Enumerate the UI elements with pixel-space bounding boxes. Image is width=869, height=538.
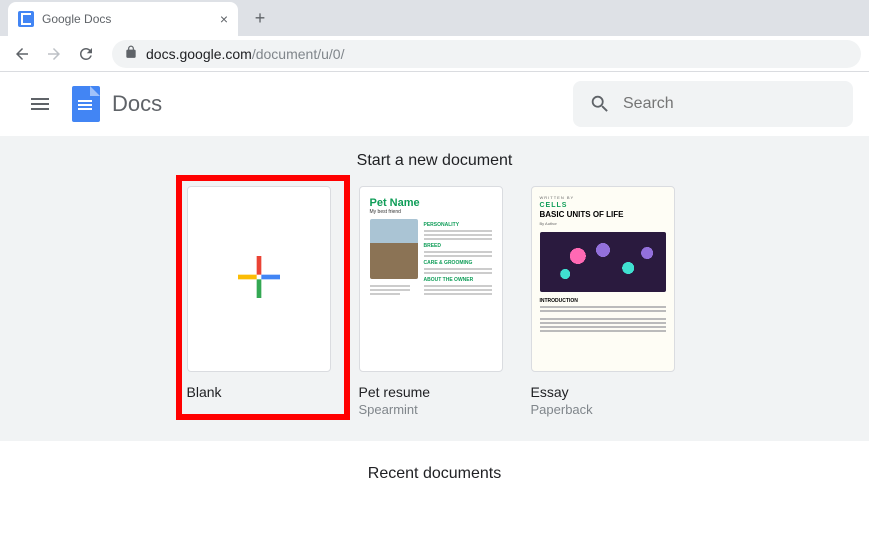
essay-preview-category: CELLS [540,202,568,209]
browser-tab-strip: Google Docs × + [0,0,869,36]
template-name: Essay [531,384,683,400]
browser-tab[interactable]: Google Docs × [8,2,238,36]
lock-icon [124,45,138,62]
template-name: Blank [187,384,339,400]
template-row: Blank Pet Name My best friend PERSONALIT… [0,186,869,417]
essay-preview-intro: INTRODUCTION [540,298,578,304]
template-subtitle: Paperback [531,402,683,417]
plus-icon [238,256,280,303]
recent-section: Recent documents [0,441,869,507]
tab-title: Google Docs [42,12,111,26]
app-title: Docs [112,91,162,117]
url-text: docs.google.com/document/u/0/ [146,46,344,62]
template-blank-thumb[interactable] [187,186,331,372]
main-menu-button[interactable] [16,80,64,128]
essay-preview-title: BASIC UNITS OF LIFE [540,210,624,219]
browser-toolbar: docs.google.com/document/u/0/ [0,36,869,72]
template-pet-resume[interactable]: Pet Name My best friend PERSONALITY BREE… [359,186,511,417]
back-button[interactable] [8,40,36,68]
template-blank[interactable]: Blank [179,178,347,417]
search-input[interactable] [623,95,837,113]
pet-preview-title: Pet Name [370,197,420,209]
pet-preview-image [370,219,418,279]
essay-preview-label: WRITTEN BY [540,195,575,200]
app-header: Docs [0,72,869,136]
pet-preview-subtitle: My best friend [370,209,401,215]
docs-favicon [18,11,34,27]
template-name: Pet resume [359,384,511,400]
template-essay[interactable]: WRITTEN BY CELLS BASIC UNITS OF LIFE By … [531,186,683,417]
reload-button[interactable] [72,40,100,68]
search-box[interactable] [573,81,853,127]
recent-heading: Recent documents [0,465,869,483]
address-bar[interactable]: docs.google.com/document/u/0/ [112,40,861,68]
template-essay-thumb[interactable]: WRITTEN BY CELLS BASIC UNITS OF LIFE By … [531,186,675,372]
template-subtitle: Spearmint [359,402,511,417]
essay-preview-image [540,232,666,292]
template-pet-thumb[interactable]: Pet Name My best friend PERSONALITY BREE… [359,186,503,372]
close-tab-icon[interactable]: × [220,11,228,27]
search-icon [589,93,611,115]
forward-button[interactable] [40,40,68,68]
new-tab-button[interactable]: + [246,4,274,32]
essay-preview-author: By Author [540,221,557,226]
docs-logo[interactable] [72,86,100,122]
templates-heading: Start a new document [0,152,869,170]
templates-section: Start a new document Blank Pet Name My b… [0,136,869,441]
